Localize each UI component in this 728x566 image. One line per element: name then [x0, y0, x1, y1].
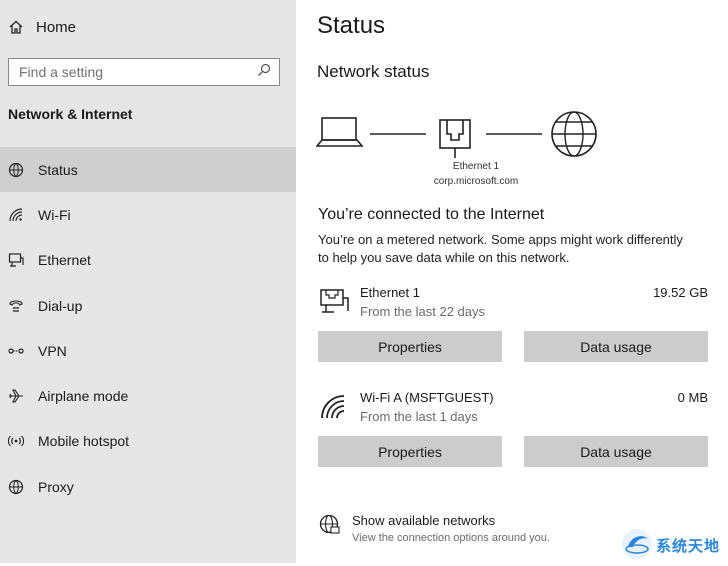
wifi-properties-button[interactable]: Properties: [318, 436, 502, 467]
sidebar-item-status[interactable]: Status: [0, 147, 296, 193]
wifi-data-usage-button[interactable]: Data usage: [524, 436, 708, 467]
home-label: Home: [36, 18, 77, 36]
network-row-wifi: Wi-Fi A (MSFTGUEST) From the last 1 days…: [318, 390, 708, 430]
sidebar: Home Network & Internet Status Wi-Fi Eth…: [0, 0, 296, 563]
sidebar-item-label: Status: [38, 161, 78, 178]
network-diagram: Ethernet 1 corp.microsoft.com: [315, 108, 606, 188]
search-input[interactable]: [17, 63, 257, 81]
network-usage: 19.52 GB: [653, 285, 708, 300]
laptop-icon: [315, 117, 364, 147]
sidebar-item-proxy[interactable]: Proxy: [0, 464, 296, 509]
nav-list: Status Wi-Fi Ethernet Dial-up VPN Airpla…: [0, 147, 296, 509]
search-icon[interactable]: [257, 63, 271, 82]
show-networks-title: Show available networks: [352, 513, 496, 528]
connection-heading: You’re connected to the Internet: [318, 206, 545, 223]
internet-globe-icon: [551, 111, 597, 157]
main-content: Status Network status Ethernet 1 corp.mi…: [296, 0, 728, 563]
ethernet-icon: [8, 252, 24, 268]
globe-icon: [8, 479, 24, 495]
watermark-icon: [622, 529, 652, 559]
network-name: Ethernet 1: [360, 285, 420, 300]
airplane-icon: [8, 388, 24, 404]
watermark-logo: 系统天地: [620, 527, 726, 561]
network-row-ethernet: Ethernet 1 From the last 22 days 19.52 G…: [318, 285, 708, 325]
home-icon: [8, 19, 24, 35]
section-title: Network & Internet: [8, 106, 133, 122]
ethernet-port-icon: [439, 119, 471, 158]
status-globe-icon: [8, 162, 24, 178]
wifi-icon: [8, 207, 24, 223]
network-diagram-graphic: [315, 111, 597, 158]
ethernet-properties-button[interactable]: Properties: [318, 331, 502, 362]
hotspot-icon: [8, 433, 24, 449]
watermark-text: 系统天地: [656, 538, 721, 555]
dialup-icon: [8, 298, 24, 314]
sidebar-item-airplane-mode[interactable]: Airplane mode: [0, 373, 296, 418]
sidebar-item-label: VPN: [38, 342, 67, 359]
connection-description: You’re on a metered network. Some apps m…: [318, 232, 683, 265]
sidebar-item-label: Ethernet: [38, 252, 91, 269]
sidebar-item-label: Dial-up: [38, 297, 83, 314]
wifi-icon: [318, 392, 350, 420]
sidebar-item-wifi[interactable]: Wi-Fi: [0, 192, 296, 237]
network-globe-icon: [318, 514, 340, 541]
ethernet-icon: [318, 287, 350, 315]
page-title: Status: [317, 12, 386, 39]
vpn-icon: [8, 343, 24, 359]
network-period: From the last 22 days: [360, 304, 485, 319]
network-period: From the last 1 days: [360, 409, 478, 424]
sidebar-item-ethernet[interactable]: Ethernet: [0, 238, 296, 283]
sidebar-item-label: Proxy: [38, 478, 74, 495]
show-available-networks[interactable]: Show available networks View the connect…: [318, 510, 618, 550]
sidebar-item-label: Airplane mode: [38, 388, 129, 405]
sidebar-item-vpn[interactable]: VPN: [0, 328, 296, 373]
search-box[interactable]: [8, 58, 280, 86]
home-link[interactable]: Home: [8, 16, 76, 38]
sidebar-item-label: Wi-Fi: [38, 206, 71, 223]
show-networks-desc: View the connection options around you.: [352, 532, 550, 544]
ethernet-data-usage-button[interactable]: Data usage: [524, 331, 708, 362]
network-usage: 0 MB: [677, 390, 708, 405]
sidebar-item-mobile-hotspot[interactable]: Mobile hotspot: [0, 419, 296, 464]
sidebar-item-dialup[interactable]: Dial-up: [0, 283, 296, 328]
network-name: Wi-Fi A (MSFTGUEST): [360, 390, 494, 405]
sidebar-item-label: Mobile hotspot: [38, 433, 130, 450]
domain-name: corp.microsoft.com: [433, 176, 519, 187]
adapter-name: Ethernet 1: [452, 161, 500, 172]
network-status-heading: Network status: [317, 62, 430, 81]
